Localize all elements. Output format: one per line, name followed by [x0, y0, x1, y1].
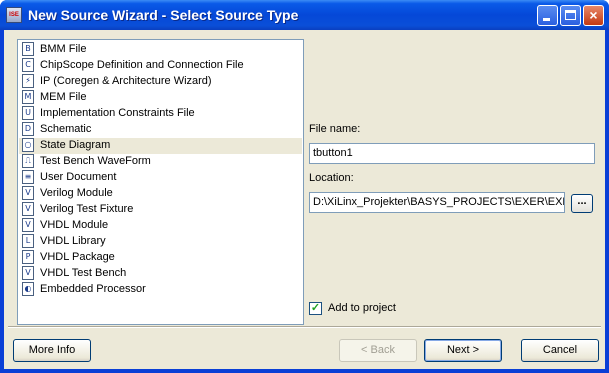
list-item-label: Verilog Test Fixture [40, 203, 134, 215]
list-item[interactable]: D Schematic [19, 122, 302, 138]
list-item[interactable]: V Verilog Test Fixture [19, 202, 302, 218]
button-separator [8, 326, 601, 328]
ip-wizard-icon: ⚡ [22, 74, 34, 88]
list-item-label: VHDL Package [40, 251, 115, 263]
list-item[interactable]: V VHDL Module [19, 218, 302, 234]
embedded-processor-icon: ◐ [22, 282, 34, 296]
bmm-file-icon: B [22, 42, 34, 56]
xilinx-app-icon: ISE [6, 7, 22, 23]
constraints-file-icon: U [22, 106, 34, 120]
list-item[interactable]: P VHDL Package [19, 250, 302, 266]
list-item-label: VHDL Module [40, 219, 109, 231]
vhdl-library-icon: L [22, 234, 34, 248]
more-info-button[interactable]: More Info [13, 339, 91, 362]
back-button[interactable]: < Back [339, 339, 417, 362]
maximize-button[interactable] [560, 5, 581, 26]
list-item[interactable]: ○ State Diagram [19, 138, 302, 154]
list-item-label: Embedded Processor [40, 283, 146, 295]
maximize-icon [565, 10, 576, 20]
title-bar[interactable]: ISE New Source Wizard - Select Source Ty… [0, 0, 609, 30]
list-item-label: Schematic [40, 123, 92, 135]
chipscope-icon: C [22, 58, 34, 72]
minimize-button[interactable] [537, 5, 558, 26]
close-button[interactable]: × [583, 5, 604, 26]
list-item-label: Verilog Module [40, 187, 113, 199]
list-item[interactable]: ⎍ Test Bench WaveForm [19, 154, 302, 170]
wizard-window: ISE New Source Wizard - Select Source Ty… [0, 0, 609, 373]
list-item-label: MEM File [40, 91, 87, 103]
document-icon: ≡ [22, 170, 34, 184]
list-item[interactable]: ⚡ IP (Coregen & Architecture Wizard) [19, 74, 302, 90]
location-input[interactable]: D:\XiLinx_Projekter\BASYS_PROJECTS\EXER\… [309, 192, 565, 213]
add-to-project-label[interactable]: Add to project [328, 302, 396, 314]
location-label: Location: [309, 172, 354, 184]
list-item[interactable]: U Implementation Constraints File [19, 106, 302, 122]
vhdl-testbench-icon: V [22, 266, 34, 280]
mem-file-icon: M [22, 90, 34, 104]
dialog-body: B BMM File C ChipScope Definition and Conne… [4, 30, 605, 369]
verilog-module-icon: V [22, 186, 34, 200]
add-to-project-checkbox[interactable]: ✓ [309, 302, 322, 315]
list-item[interactable]: C ChipScope Definition and Connection Fil… [19, 58, 302, 74]
window-title: New Source Wizard - Select Source Type [28, 7, 299, 23]
vhdl-module-icon: V [22, 218, 34, 232]
list-item-label: VHDL Test Bench [40, 267, 127, 279]
list-item-label: BMM File [40, 43, 87, 55]
verilog-fixture-icon: V [22, 202, 34, 216]
list-item-label: Test Bench WaveForm [40, 155, 151, 167]
list-item-label: IP (Coregen & Architecture Wizard) [40, 75, 212, 87]
schematic-icon: D [22, 122, 34, 136]
file-name-label: File name: [309, 123, 361, 135]
list-item-label: Implementation Constraints File [40, 107, 195, 119]
vhdl-package-icon: P [22, 250, 34, 264]
source-type-list[interactable]: B BMM File C ChipScope Definition and Conne… [17, 39, 304, 325]
list-item[interactable]: ≡ User Document [19, 170, 302, 186]
waveform-icon: ⎍ [22, 154, 34, 168]
next-button[interactable]: Next > [424, 339, 502, 362]
list-item[interactable]: B BMM File [19, 42, 302, 58]
list-item-label: State Diagram [40, 139, 111, 151]
list-item[interactable]: M MEM File [19, 90, 302, 106]
close-icon: × [589, 7, 598, 23]
cancel-button[interactable]: Cancel [521, 339, 599, 362]
list-item[interactable]: V VHDL Test Bench [19, 266, 302, 282]
list-item-label: User Document [40, 171, 117, 183]
state-diagram-icon: ○ [22, 138, 34, 152]
list-item[interactable]: L VHDL Library [19, 234, 302, 250]
browse-button[interactable]: ... [571, 194, 593, 213]
list-item[interactable]: ◐ Embedded Processor [19, 282, 302, 298]
list-item-label: VHDL Library [40, 235, 106, 247]
list-item[interactable]: V Verilog Module [19, 186, 302, 202]
minimize-icon [543, 18, 550, 21]
file-name-input[interactable]: tbutton1 [309, 143, 595, 164]
list-item-label: ChipScope Definition and Connection File [40, 59, 244, 71]
